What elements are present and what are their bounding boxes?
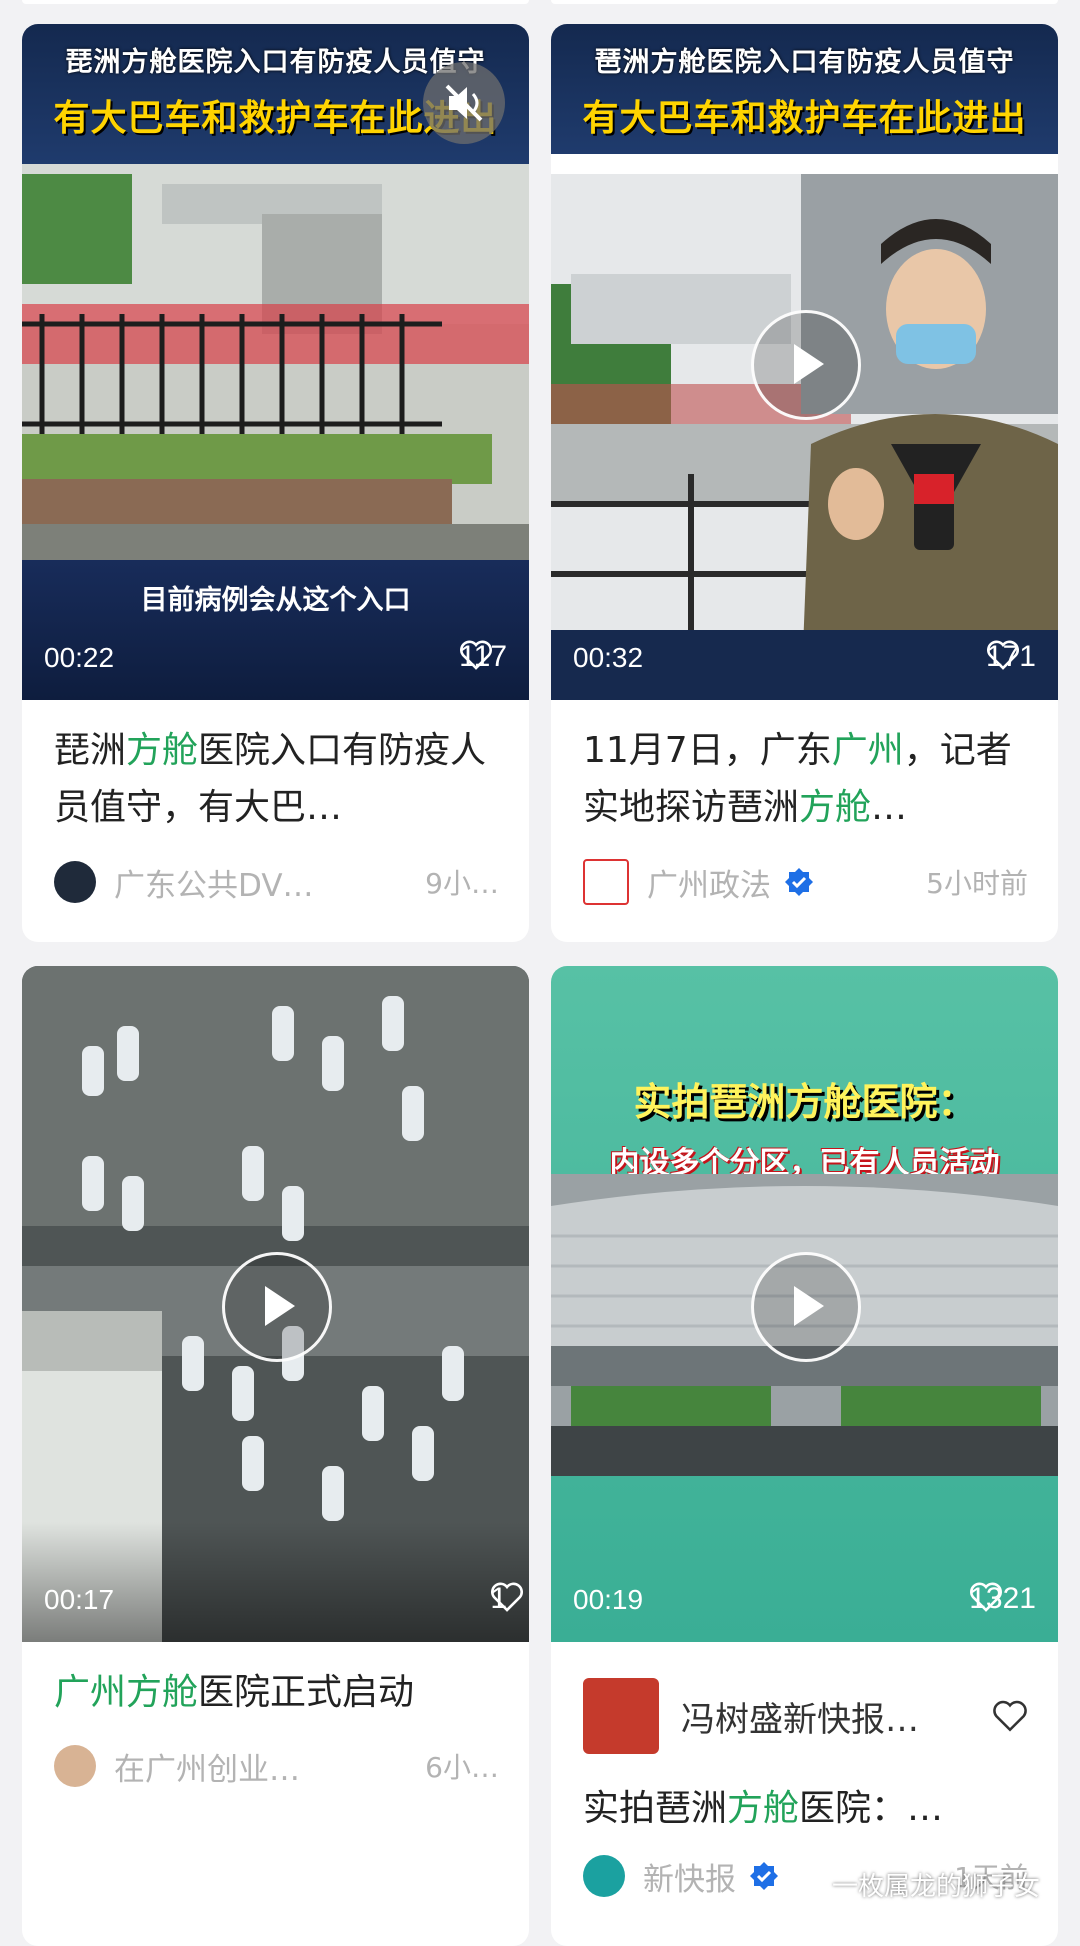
subtitle-text: 目前病例会从这个入口 <box>140 585 411 616</box>
post-time: 9小… <box>425 867 499 900</box>
subtitle-bar: 目前病例会从这个入口 <box>22 560 529 700</box>
video-title[interactable]: 11月7日，广东广州，记者实地探访琶洲方舱… <box>583 722 1028 836</box>
video-thumbnail[interactable]: 琶洲方舱医院入口有防疫人员值守 有大巴车和救护车在此进出 00:32 171 <box>551 24 1058 700</box>
verified-badge-icon <box>785 868 813 896</box>
video-card-4[interactable]: 实拍琶洲方舱医院： 内设多个分区，已有人员活动 00:19 1321 冯树盛新快… <box>551 966 1058 1946</box>
title-keyword: 方舱 <box>126 730 199 771</box>
watermark: 一枚属龙的狮子女 <box>793 1866 1040 1903</box>
video-card-3[interactable]: 00:17 1 广州方舱医院正式启动 在广州创业… 6小… <box>22 966 529 1946</box>
like-count[interactable]: 117 <box>459 640 507 674</box>
video-thumbnail[interactable]: 00:17 1 <box>22 966 529 1642</box>
wechat-icon <box>793 1872 824 1896</box>
author-avatar <box>54 861 96 903</box>
video-duration: 00:22 <box>44 642 115 673</box>
video-title[interactable]: 琵洲方舱医院入口有防疫人员值守，有大巴… <box>54 722 499 836</box>
video-thumbnail[interactable]: 实拍琶洲方舱医院： 内设多个分区，已有人员活动 00:19 1321 <box>551 966 1058 1642</box>
verified-badge-icon <box>750 1862 778 1890</box>
video-card-2[interactable]: 琶洲方舱医院入口有防疫人员值守 有大巴车和救护车在此进出 00:32 171 1… <box>551 24 1058 942</box>
heart-icon <box>970 1582 1003 1612</box>
caption-line-2: 有大巴车和救护车在此进出 <box>582 98 1027 139</box>
heart-icon <box>460 640 493 670</box>
post-time: 5小时前 <box>926 867 1028 900</box>
heart-icon <box>986 640 1019 670</box>
play-button[interactable] <box>751 310 861 420</box>
heart-icon[interactable] <box>992 1700 1028 1732</box>
heart-icon <box>491 1582 524 1612</box>
title-keyword: 广州 <box>831 730 904 771</box>
play-button[interactable] <box>751 1252 861 1362</box>
title-text: 实拍琶洲 <box>583 1788 728 1829</box>
previous-row-edge <box>22 0 1058 4</box>
caption-banner: 琶洲方舱医院入口有防疫人员值守 有大巴车和救护车在此进出 <box>551 24 1058 154</box>
like-count[interactable]: 1 <box>490 1582 524 1616</box>
author-avatar <box>54 1745 96 1787</box>
bottom-gradient <box>22 1522 529 1642</box>
author-row[interactable]: 广东公共DV… 9小… <box>54 858 499 906</box>
watermark-text: 一枚属龙的狮子女 <box>831 1872 1040 1902</box>
author-name: 新快报 <box>643 1861 736 1898</box>
video-duration: 00:17 <box>44 1584 115 1615</box>
channel-logo <box>583 1678 659 1754</box>
post-time: 6小… <box>425 1751 499 1784</box>
author-row[interactable]: 在广州创业… 6小… <box>54 1742 499 1790</box>
title-keyword: 方舱 <box>799 787 872 828</box>
author-name: 在广州创业… <box>114 1751 300 1788</box>
muted-speaker-icon <box>445 84 483 122</box>
video-card-1[interactable]: 琵洲方舱医院入口有防疫人员值守 有大巴车和救护车在此进出 目前病例会从这个入口 … <box>22 24 529 942</box>
video-title[interactable]: 实拍琶洲方舱医院：… <box>583 1780 1028 1837</box>
author-row[interactable]: 广州政法 5小时前 <box>583 858 1028 906</box>
like-count[interactable]: 1321 <box>969 1582 1036 1616</box>
like-count[interactable]: 171 <box>986 640 1036 674</box>
title-keyword: 广州方舱 <box>54 1672 199 1713</box>
title-text: 琵洲 <box>54 730 127 771</box>
author-avatar <box>583 1855 625 1897</box>
play-button[interactable] <box>222 1252 332 1362</box>
mute-button[interactable] <box>423 62 505 144</box>
author-name: 广州政法 <box>647 867 771 904</box>
video-duration: 00:19 <box>573 1584 644 1615</box>
author-avatar <box>583 859 629 905</box>
title-text: … <box>871 787 908 828</box>
title-keyword: 方舱 <box>727 1788 800 1829</box>
video-title[interactable]: 广州方舱医院正式启动 <box>54 1664 499 1721</box>
title-text: 医院正式启动 <box>198 1672 415 1713</box>
caption-line-1: 琶洲方舱医院入口有防疫人员值守 <box>594 47 1015 78</box>
video-thumbnail[interactable]: 琵洲方舱医院入口有防疫人员值守 有大巴车和救护车在此进出 目前病例会从这个入口 … <box>22 24 529 700</box>
channel-row[interactable]: 冯树盛新快报… <box>583 1676 1028 1756</box>
title-text: 11月7日，广东 <box>583 730 832 771</box>
author-name: 广东公共DV… <box>114 867 314 904</box>
title-text: 医院：… <box>799 1788 944 1829</box>
video-duration: 00:32 <box>573 642 644 673</box>
channel-name: 冯树盛新快报… <box>681 1699 919 1740</box>
